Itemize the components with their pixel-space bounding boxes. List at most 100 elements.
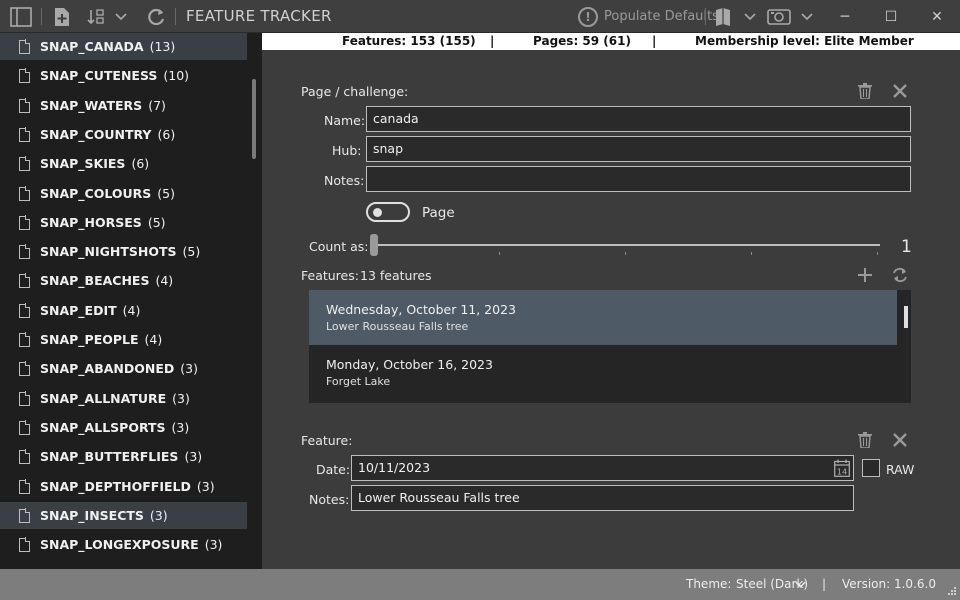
hub-label: Hub: [332, 143, 362, 158]
sidebar-item[interactable]: SNAP_CANADA (13) [0, 33, 247, 60]
sidebar-item[interactable]: SNAP_CUTENESS (10) [0, 62, 247, 89]
chevron-down-icon[interactable] [795, 578, 806, 592]
sidebar-item-count: (4) [144, 332, 163, 347]
sidebar-item-count: (6) [131, 156, 150, 171]
sidebar-item[interactable]: SNAP_WATERS (7) [0, 92, 247, 119]
populate-defaults-button[interactable]: ! Populate Defaults [578, 5, 719, 28]
slider-tick [499, 252, 500, 255]
sidebar-scrollbar[interactable] [252, 79, 256, 159]
add-feature-icon[interactable] [855, 265, 875, 285]
calendar-icon[interactable]: 14 [834, 459, 850, 477]
sidebar-item[interactable]: SNAP_NIGHTSHOTS (5) [0, 238, 247, 265]
sidebar: SNAP_CANADA (13) SNAP_CUTENESS (10) SNAP_WAT… [0, 33, 262, 569]
close-page-icon[interactable] [890, 81, 910, 101]
document-icon [19, 39, 31, 54]
sidebar-item-label: SNAP_ABANDONED [40, 361, 175, 376]
sidebar-item-count: (5) [157, 186, 175, 201]
delete-feature-icon[interactable] [855, 430, 875, 450]
info-bar: Features: 153 (155) | Pages: 59 (61) | M… [262, 33, 960, 50]
book-icon[interactable] [712, 0, 734, 33]
sidebar-item[interactable]: SNAP_LONGEXPOSURE (3) [0, 531, 247, 558]
hub-input[interactable]: snap [366, 136, 911, 162]
info-icon: ! [578, 6, 598, 27]
slider-tick [625, 252, 626, 255]
sidebar-item[interactable]: SNAP_HORSES (5) [0, 209, 247, 236]
sidebar-item-count: (5) [147, 215, 166, 230]
add-page-icon[interactable] [52, 0, 72, 33]
feature-list-item[interactable]: Wednesday, October 11, 2023 Lower Rousse… [309, 290, 897, 345]
features-label: Features: [301, 268, 359, 283]
feature-notes-label: Notes: [309, 492, 350, 507]
page-notes-input[interactable] [366, 166, 911, 192]
sidebar-item[interactable]: SNAP_SKIES (6) [0, 150, 247, 177]
count-slider-track[interactable] [376, 244, 880, 246]
feature-date: Wednesday, October 11, 2023 [326, 302, 516, 317]
sidebar-item-count: (7) [148, 98, 166, 113]
status-bar: Theme: Steel (Dark) | Version: 1.0.6.0 [0, 569, 960, 600]
raw-checkbox[interactable] [862, 459, 880, 477]
sidebar-item[interactable]: SNAP_ALLSPORTS (3) [0, 414, 247, 441]
features-scrollbar[interactable] [904, 306, 908, 328]
sort-icon[interactable] [85, 0, 107, 33]
slider-tick [877, 252, 878, 255]
sidebar-item[interactable]: SNAP_EDIT (4) [0, 297, 247, 324]
maximize-button[interactable]: ☐ [868, 0, 914, 33]
sidebar-item[interactable]: SNAP_COLOURS (5) [0, 180, 247, 207]
feature-date: Monday, October 16, 2023 [326, 357, 493, 372]
count-slider-thumb[interactable] [370, 234, 378, 256]
date-label: Date: [316, 462, 351, 477]
sidebar-item-label: SNAP_INSECTS [40, 508, 144, 523]
sidebar-item-label: SNAP_COLOURS [40, 186, 152, 201]
sidebar-item[interactable]: SNAP_COUNTRY (6) [0, 121, 247, 148]
refresh-features-icon[interactable] [890, 265, 910, 285]
sidebar-item[interactable]: SNAP_INSECTS (3) [0, 502, 247, 529]
features-stat: Features: 153 (155) [342, 34, 476, 48]
membership-level: Membership level: Elite Member [695, 34, 914, 48]
chevron-down-icon[interactable] [113, 0, 129, 33]
raw-label: RAW [886, 462, 915, 477]
refresh-icon[interactable] [144, 0, 168, 33]
feature-note: Forget Lake [326, 375, 391, 388]
close-button[interactable]: ✕ [914, 0, 960, 33]
document-icon [19, 68, 31, 83]
minimize-button[interactable]: ─ [822, 0, 868, 33]
sidebar-item-count: (3) [172, 391, 190, 406]
toolbar-divider [175, 8, 176, 25]
toggle-knob [373, 208, 382, 217]
chevron-down-icon[interactable] [799, 0, 815, 33]
document-icon [19, 186, 31, 201]
document-icon [19, 479, 31, 494]
sidebar-item[interactable]: SNAP_ABANDONED (3) [0, 355, 247, 382]
info-separator: | [652, 34, 657, 48]
resize-grip-icon[interactable] [945, 586, 957, 600]
name-input[interactable]: canada [366, 106, 911, 132]
document-icon [19, 98, 31, 113]
sidebar-item-label: SNAP_COUNTRY [40, 127, 152, 142]
sidebar-item-count: (10) [163, 68, 190, 83]
document-icon [19, 361, 31, 376]
page-toggle[interactable] [366, 202, 410, 222]
document-icon [19, 244, 31, 259]
sidebar-item[interactable]: SNAP_ALLNATURE (3) [0, 385, 247, 412]
delete-page-icon[interactable] [855, 81, 875, 101]
page-toggle-label: Page [422, 205, 455, 221]
sidebar-item-label: SNAP_NIGHTSHOTS [40, 244, 177, 259]
sidebar-item-count: (6) [157, 127, 176, 142]
date-input[interactable]: 10/11/2023 [351, 455, 854, 481]
sidebar-item-label: SNAP_SKIES [40, 156, 126, 171]
sidebar-item[interactable]: SNAP_PEOPLE (4) [0, 326, 247, 353]
camera-icon[interactable] [765, 0, 793, 33]
document-icon [19, 391, 31, 406]
theme-label: Theme: [686, 577, 732, 591]
close-feature-icon[interactable] [890, 430, 910, 450]
sidebar-item[interactable]: SNAP_BUTTERFLIES (3) [0, 443, 247, 470]
feature-notes-input[interactable]: Lower Rousseau Falls tree [351, 485, 854, 511]
sidebar-item-label: SNAP_BEACHES [40, 273, 150, 288]
sidebar-item[interactable]: SNAP_DEPTHOFFIELD (3) [0, 473, 247, 500]
sidebar-toggle-icon[interactable] [8, 0, 34, 33]
sidebar-item[interactable]: SNAP_BEACHES (4) [0, 267, 247, 294]
feature-list-item[interactable]: Monday, October 16, 2023 Forget Lake [309, 345, 897, 400]
document-icon [19, 508, 31, 523]
app-title: FEATURE TRACKER [186, 7, 332, 25]
chevron-down-icon[interactable] [742, 0, 758, 33]
